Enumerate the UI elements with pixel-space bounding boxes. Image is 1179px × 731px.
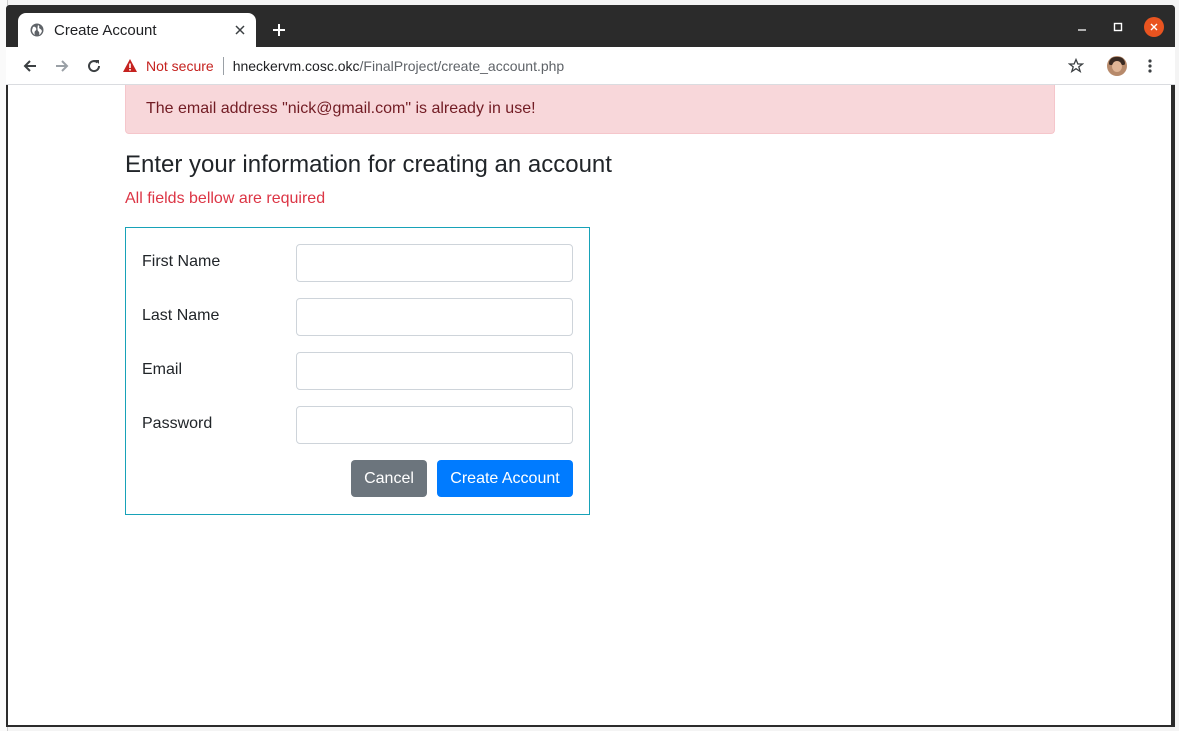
page-title: Enter your information for creating an a…: [125, 151, 612, 178]
back-arrow-icon[interactable]: [18, 54, 42, 78]
cancel-button[interactable]: Cancel: [351, 460, 427, 497]
required-note: All fields bellow are required: [125, 190, 326, 207]
security-status[interactable]: Not secure: [146, 58, 214, 74]
reload-icon[interactable]: [82, 54, 106, 78]
password-input[interactable]: [296, 406, 573, 444]
page-viewport: The email address "nick@gmail.com" is al…: [8, 85, 1171, 725]
last-name-label: Last Name: [142, 307, 220, 324]
forward-arrow-icon[interactable]: [50, 54, 74, 78]
globe-icon: [30, 23, 44, 37]
url-path: /FinalProject/create_account.php: [359, 58, 565, 74]
profile-avatar[interactable]: [1107, 56, 1127, 76]
password-label: Password: [142, 415, 213, 432]
warning-icon: [122, 58, 138, 74]
email-row: Email: [142, 352, 573, 390]
browser-tab[interactable]: Create Account: [18, 13, 256, 47]
password-row: Password: [142, 406, 573, 444]
window-close-icon[interactable]: [1144, 17, 1164, 37]
address-divider: [222, 57, 224, 75]
tab-title: Create Account: [54, 21, 157, 39]
url-host: hneckervm.cosc.okc: [232, 58, 360, 74]
tab-close-icon[interactable]: [230, 20, 250, 40]
new-tab-icon[interactable]: [266, 17, 292, 43]
star-icon[interactable]: [1066, 56, 1086, 76]
browser-window: Create Account Not secure hneckervm.cosc…: [6, 5, 1175, 727]
minimize-icon[interactable]: [1072, 17, 1092, 37]
first-name-input[interactable]: [296, 244, 573, 282]
kebab-menu-icon[interactable]: [1140, 56, 1160, 76]
create-account-button[interactable]: Create Account: [437, 460, 573, 497]
error-alert: The email address "nick@gmail.com" is al…: [125, 85, 1055, 134]
first-name-label: First Name: [142, 253, 221, 270]
maximize-icon[interactable]: [1108, 17, 1128, 37]
address-bar[interactable]: Not secure hneckervm.cosc.okc/FinalProje…: [118, 52, 1098, 80]
first-name-row: First Name: [142, 244, 573, 282]
title-bar: Create Account: [6, 5, 1175, 47]
email-input[interactable]: [296, 352, 573, 390]
create-account-form: First Name Last Name Email Password Canc…: [125, 227, 590, 515]
last-name-input[interactable]: [296, 298, 573, 336]
email-label: Email: [142, 361, 183, 378]
last-name-row: Last Name: [142, 298, 573, 336]
browser-toolbar: Not secure hneckervm.cosc.okc/FinalProje…: [6, 47, 1175, 85]
